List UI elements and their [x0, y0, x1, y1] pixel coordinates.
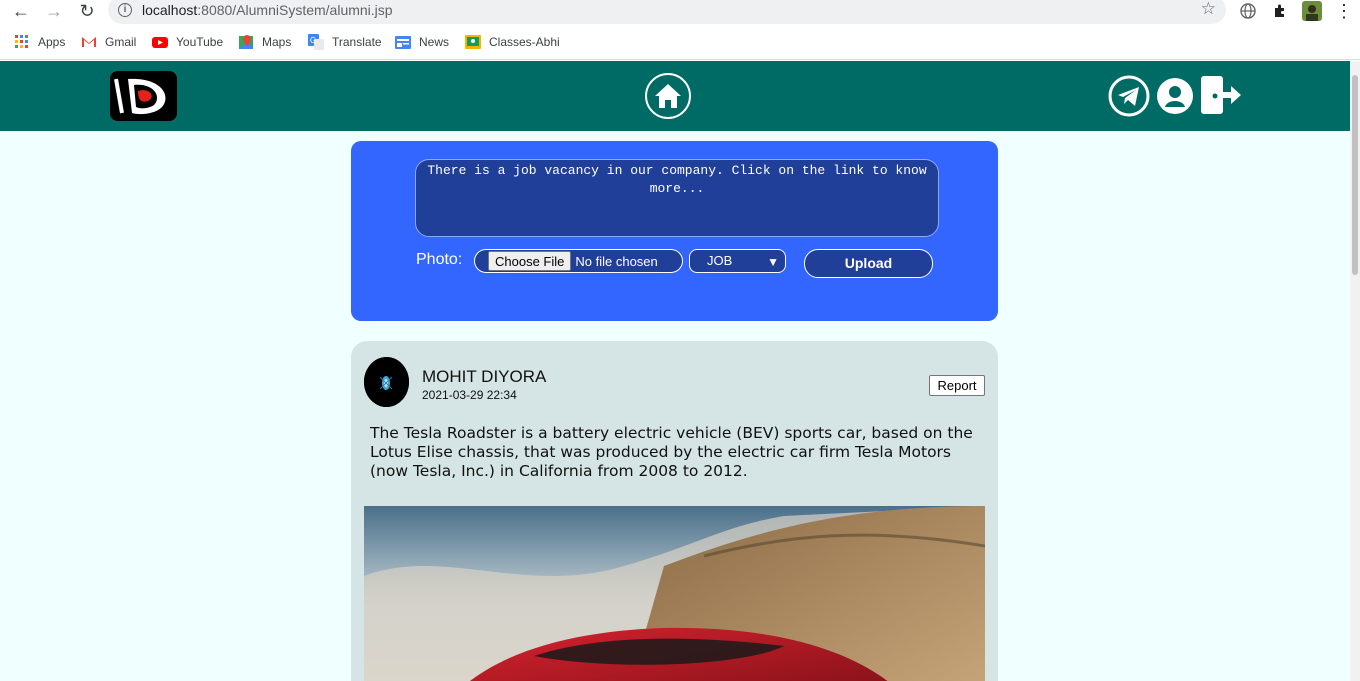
post-type-select[interactable]: JOB ▼	[689, 249, 786, 273]
bookmark-gmail[interactable]: Gmail	[81, 34, 136, 50]
author-name[interactable]: MOHIT DIYORA	[422, 367, 546, 387]
post-card: MOHIT DIYORA 2021-03-29 22:34 Report The…	[351, 341, 998, 681]
post-textarea[interactable]: There is a job vacancy in our company. C…	[415, 159, 939, 237]
post-type-value: JOB	[707, 253, 733, 268]
url-host: localhost	[142, 2, 198, 18]
bookmark-maps[interactable]: Maps	[238, 34, 291, 50]
apps-grid-icon	[14, 34, 30, 50]
upload-button[interactable]: Upload	[804, 249, 933, 278]
menu-dots-icon[interactable]: ⋮	[1332, 0, 1356, 22]
reload-icon[interactable]: ↻	[75, 0, 99, 22]
bookmark-translate[interactable]: G Translate	[308, 34, 382, 50]
post-timestamp: 2021-03-29 22:34	[422, 388, 517, 402]
page-scrollbar[interactable]	[1350, 61, 1360, 681]
logout-icon[interactable]	[1201, 76, 1241, 121]
photo-file-input[interactable]: Choose File No file chosen	[474, 249, 683, 273]
bookmark-label: Apps	[38, 35, 66, 49]
post-body: The Tesla Roadster is a battery electric…	[370, 424, 973, 480]
report-button[interactable]: Report	[929, 375, 985, 396]
browser-toolbar: ← → ↻ i localhost:8080/AlumniSystem/alum…	[0, 0, 1360, 24]
site-logo[interactable]	[110, 71, 177, 121]
post-image	[364, 506, 985, 681]
gmail-icon	[81, 34, 97, 50]
news-icon	[395, 34, 411, 50]
bookmark-label: YouTube	[176, 35, 224, 49]
back-icon[interactable]: ←	[9, 0, 33, 22]
forward-icon[interactable]: →	[42, 0, 66, 22]
chevron-down-icon: ▼	[767, 255, 779, 269]
choose-file-button[interactable]: Choose File	[488, 251, 572, 271]
extensions-icon[interactable]	[1268, 0, 1292, 22]
author-avatar[interactable]	[364, 357, 409, 407]
bookmark-label: Maps	[262, 35, 292, 49]
bookmark-label: Classes-Abhi	[489, 35, 560, 49]
svg-text:G: G	[310, 36, 316, 45]
address-bar[interactable]: i localhost:8080/AlumniSystem/alumni.jsp…	[108, 0, 1226, 24]
bookmark-label: Translate	[332, 35, 382, 49]
file-status: No file chosen	[575, 253, 658, 269]
bookmark-apps[interactable]: Apps	[14, 34, 65, 50]
translate-icon: G	[308, 34, 324, 50]
photo-label: Photo:	[416, 251, 463, 268]
bookmark-label: News	[419, 35, 450, 49]
info-icon[interactable]: i	[118, 3, 132, 17]
home-icon	[655, 84, 681, 108]
post-composer: There is a job vacancy in our company. C…	[351, 141, 998, 321]
url-path: :8080/AlumniSystem/alumni.jsp	[197, 2, 393, 18]
bookmark-label: Gmail	[105, 35, 137, 49]
maps-icon	[238, 34, 254, 50]
youtube-icon	[152, 34, 168, 50]
bookmark-classes[interactable]: Classes-Abhi	[465, 34, 560, 50]
classroom-icon	[465, 34, 481, 50]
site-header	[0, 61, 1350, 131]
profile-icon[interactable]	[1157, 78, 1193, 119]
bookmark-news[interactable]: News	[395, 34, 449, 50]
globe-icon[interactable]	[1236, 0, 1260, 22]
bookmark-youtube[interactable]: YouTube	[152, 34, 223, 50]
scrollbar-thumb[interactable]	[1352, 75, 1358, 275]
bookmark-star-icon[interactable]: ☆	[1201, 0, 1216, 19]
bookmarks-bar: Apps Gmail YouTube Maps G Translate News	[0, 24, 1360, 60]
profile-avatar[interactable]	[1300, 0, 1324, 22]
url-text: localhost:8080/AlumniSystem/alumni.jsp	[142, 2, 393, 18]
page-content: There is a job vacancy in our company. C…	[0, 61, 1350, 681]
telegram-icon[interactable]	[1108, 75, 1150, 122]
home-button[interactable]	[645, 73, 691, 119]
